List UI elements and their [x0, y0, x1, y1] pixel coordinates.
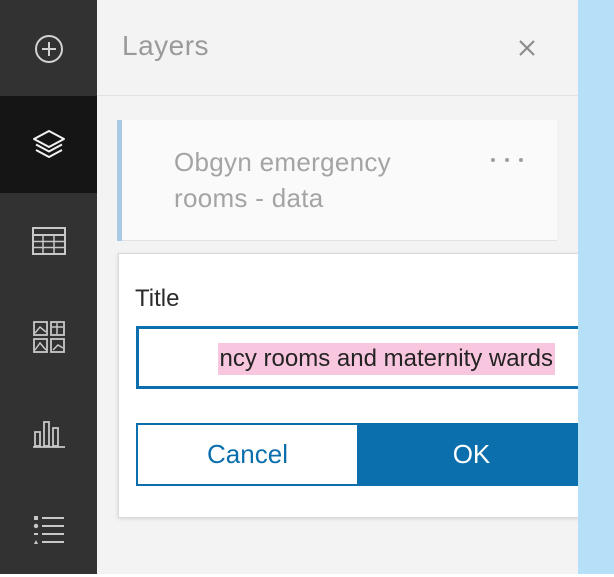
title-input-value: ncy rooms and maternity wards: [217, 343, 555, 375]
layer-accent-bar: [117, 120, 122, 241]
panel-title: Layers: [122, 30, 210, 61]
map-view[interactable]: [578, 0, 614, 574]
close-icon: [519, 40, 535, 56]
panel-header: Layers: [97, 0, 578, 96]
table-button[interactable]: [0, 192, 97, 289]
table-icon: [31, 226, 66, 255]
charts-icon: [32, 420, 65, 448]
popover-actions: Cancel OK: [136, 423, 584, 486]
layers-icon: [32, 129, 65, 158]
title-input[interactable]: ncy rooms and maternity wards: [136, 326, 584, 389]
add-button[interactable]: [0, 0, 97, 97]
ok-button[interactable]: OK: [359, 423, 584, 486]
cancel-button[interactable]: Cancel: [136, 423, 359, 486]
title-label: Title: [135, 285, 180, 312]
basemap-gallery-icon: [32, 320, 65, 353]
charts-button[interactable]: [0, 384, 97, 481]
layer-list-item[interactable]: Obgyn emergency rooms - data: [117, 120, 557, 241]
legend-button[interactable]: [0, 480, 97, 577]
close-button[interactable]: [515, 36, 539, 60]
basemap-gallery-button[interactable]: [0, 288, 97, 385]
layers-button[interactable]: [0, 96, 97, 193]
add-icon: [34, 34, 63, 63]
legend-icon: [33, 515, 64, 544]
more-options-icon[interactable]: [491, 150, 523, 170]
side-toolbar: [0, 0, 97, 574]
layer-name: Obgyn emergency rooms - data: [174, 147, 391, 213]
rename-layer-popover: Title ncy rooms and maternity wards Canc…: [118, 253, 601, 518]
